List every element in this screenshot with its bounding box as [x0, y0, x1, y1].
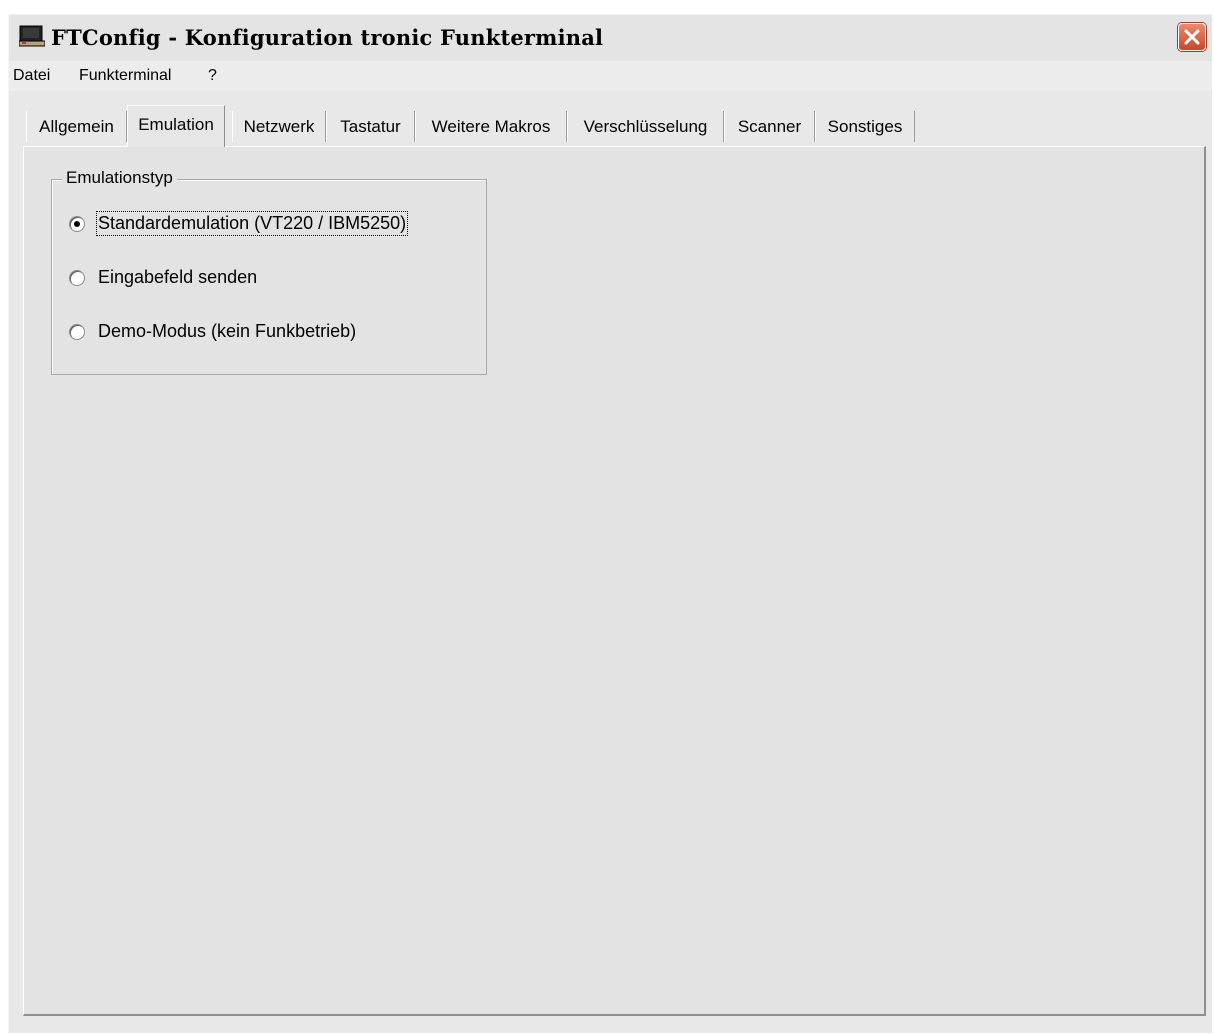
menu-help[interactable]: ?	[208, 67, 217, 85]
radio-label: Demo-Modus (kein Funkbetrieb)	[98, 321, 357, 341]
menu-datei[interactable]: Datei	[13, 67, 50, 85]
emulationstyp-group: Emulationstyp Standardemulation (VT220 /…	[51, 168, 487, 375]
radio-selected-icon[interactable]	[69, 216, 85, 232]
tab-label: Sonstiges	[827, 117, 903, 136]
tab-weitere-makros[interactable]: Weitere Makros	[415, 111, 567, 142]
tab-scanner[interactable]: Scanner	[724, 111, 815, 142]
close-button[interactable]	[1178, 23, 1206, 51]
tab-label: Emulation	[138, 115, 214, 134]
tab-sonstiges[interactable]: Sonstiges	[815, 111, 915, 142]
terminal-icon	[18, 25, 46, 47]
radio-unselected-icon[interactable]	[69, 270, 85, 286]
emulation-tab-panel: Emulationstyp Standardemulation (VT220 /…	[23, 146, 1206, 1016]
tab-label: Allgemein	[39, 117, 114, 136]
tab-verschluesselung[interactable]: Verschlüsselung	[567, 111, 724, 142]
title-bar[interactable]: FTConfig - Konfiguration tronic Funkterm…	[9, 15, 1212, 62]
radio-unselected-icon[interactable]	[69, 324, 85, 340]
menu-bar: Datei Funkterminal ?	[9, 61, 1212, 91]
group-title: Emulationstyp	[62, 168, 177, 188]
tab-emulation[interactable]: Emulation	[127, 105, 225, 147]
menu-funkterminal[interactable]: Funkterminal	[79, 67, 171, 85]
tab-label: Netzwerk	[243, 117, 315, 136]
window-title: FTConfig - Konfiguration tronic Funkterm…	[51, 25, 604, 50]
tab-label: Weitere Makros	[431, 117, 551, 136]
tab-label: Tastatur	[340, 117, 401, 136]
tab-label: Scanner	[737, 117, 802, 136]
tab-allgemein[interactable]: Allgemein	[26, 111, 127, 142]
radio-label: Standardemulation (VT220 / IBM5250)	[95, 211, 409, 236]
close-icon	[1184, 29, 1200, 45]
tab-netzwerk[interactable]: Netzwerk	[232, 111, 326, 142]
tab-tastatur[interactable]: Tastatur	[326, 111, 415, 142]
app-window: FTConfig - Konfiguration tronic Funkterm…	[8, 14, 1212, 1033]
radio-label: Eingabefeld senden	[98, 267, 258, 287]
tab-strip: Allgemein Emulation Netzwerk Tastatur We…	[26, 105, 1212, 147]
tab-label: Verschlüsselung	[583, 117, 708, 136]
